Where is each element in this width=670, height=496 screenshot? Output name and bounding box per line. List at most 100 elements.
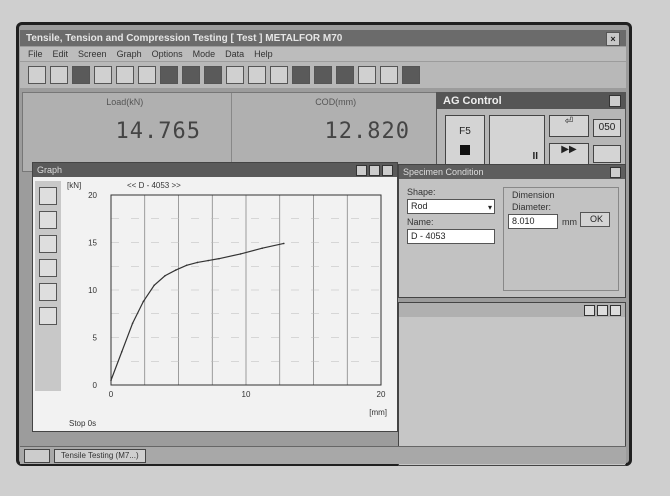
y-axis-unit: [kN]	[67, 181, 82, 190]
print-tool-icon[interactable]	[72, 66, 90, 84]
series-point	[121, 350, 123, 353]
ok-label: OK	[589, 214, 603, 224]
load-cod-chart: 20 15 10 5 0 0 10 20	[88, 191, 386, 399]
tile-tool-icon[interactable]	[380, 66, 398, 84]
close-icon[interactable]	[610, 304, 621, 316]
start-button[interactable]	[24, 448, 50, 463]
stop-icon	[460, 145, 470, 155]
ag-control-title-bar: AG Control	[437, 93, 625, 109]
series-point	[131, 322, 134, 325]
chart-tool-icon[interactable]	[336, 66, 354, 84]
y-tick-label: 0	[93, 381, 98, 390]
diameter-unit: mm	[562, 217, 577, 227]
menu-options[interactable]: Options	[152, 49, 183, 59]
speed-value-button[interactable]: 050	[593, 119, 621, 137]
series-point	[218, 257, 220, 260]
series-point	[185, 264, 188, 267]
graph-side-toolbar	[35, 181, 61, 391]
pause-icon: II	[532, 151, 538, 162]
menu-help[interactable]: Help	[254, 49, 273, 59]
app-title: Tensile, Tension and Compression Testing…	[26, 32, 343, 44]
y-tick-label: 20	[88, 191, 97, 200]
series-point	[239, 253, 242, 255]
clear-icon[interactable]	[39, 307, 57, 325]
graph-tool-icon[interactable]	[116, 66, 134, 84]
x-axis-unit: [mm]	[369, 408, 387, 417]
f5-button[interactable]: F5	[445, 115, 485, 167]
list-tool-icon[interactable]	[314, 66, 332, 84]
diameter-field[interactable]: 8.010	[508, 214, 558, 229]
ok-button[interactable]: OK	[580, 212, 610, 227]
pause-button[interactable]: II	[489, 115, 545, 167]
series-point	[207, 259, 209, 262]
series-point	[153, 284, 155, 287]
specimen-tool-icon[interactable]	[160, 66, 178, 84]
shape-value: Rod	[411, 201, 428, 211]
ag-control-panel: AG Control F5 II ⏎ ▶▶ 050	[436, 92, 626, 174]
hourglass-tool-icon[interactable]	[270, 66, 288, 84]
grid-icon[interactable]	[39, 259, 57, 277]
series-label: << D - 4053 >>	[127, 181, 181, 190]
series-point	[164, 274, 166, 277]
ag-control-title: AG Control	[443, 95, 502, 107]
chevron-down-icon: ▾	[487, 203, 492, 212]
close-icon[interactable]	[610, 166, 621, 178]
zoom-in-icon[interactable]	[39, 187, 57, 205]
window-tool-icon[interactable]	[94, 66, 112, 84]
y-tick-label: 10	[88, 286, 97, 295]
y-tick-label: 15	[88, 239, 97, 248]
menu-file[interactable]: File	[28, 49, 43, 59]
cod-label: COD(mm)	[315, 97, 357, 107]
graph-title: Graph	[37, 165, 63, 175]
menu-data[interactable]: Data	[225, 49, 244, 59]
help-tool-icon[interactable]	[402, 66, 420, 84]
name-value: D - 4053	[411, 231, 446, 241]
series-point	[261, 247, 263, 249]
menu-bar: File Edit Screen Graph Options Mode Data…	[20, 47, 626, 61]
specimen-title-bar: Specimen Condition	[399, 165, 625, 179]
setup-tool-icon[interactable]	[138, 66, 156, 84]
menu-screen[interactable]: Screen	[78, 49, 107, 59]
save-tool-icon[interactable]	[50, 66, 68, 84]
close-icon[interactable]	[609, 95, 621, 107]
taskbar: Tensile Testing (M7...)	[20, 446, 626, 464]
zero-tool-icon[interactable]	[248, 66, 266, 84]
maximize-icon[interactable]	[597, 304, 608, 316]
table-tool-icon[interactable]	[292, 66, 310, 84]
aux-button[interactable]	[593, 145, 621, 163]
maximize-icon[interactable]	[369, 164, 380, 176]
cursor-icon[interactable]	[39, 235, 57, 253]
open-tool-icon[interactable]	[28, 66, 46, 84]
toolbar	[20, 62, 626, 88]
app-title-bar: Tensile, Tension and Compression Testing…	[20, 30, 626, 46]
diameter-value: 8.010	[512, 216, 535, 226]
filter-tool-icon[interactable]	[358, 66, 376, 84]
report-tool-icon[interactable]	[226, 66, 244, 84]
close-icon[interactable]: ×	[606, 32, 620, 46]
readout-panel: Load(kN) 14.765 COD(mm) 12.820	[22, 92, 442, 172]
method-tool-icon[interactable]	[182, 66, 200, 84]
calc-tool-icon[interactable]	[204, 66, 222, 84]
x-tick-label: 20	[377, 390, 386, 399]
menu-graph[interactable]: Graph	[117, 49, 142, 59]
shape-label: Shape:	[407, 187, 436, 197]
menu-mode[interactable]: Mode	[193, 49, 216, 59]
shape-select[interactable]: Rod ▾	[407, 199, 495, 214]
series-point	[175, 269, 177, 271]
return-button[interactable]: ⏎	[549, 115, 589, 137]
taskbar-item[interactable]: Tensile Testing (M7...)	[54, 448, 146, 463]
menu-edit[interactable]: Edit	[53, 49, 69, 59]
dimension-label: Dimension	[512, 190, 555, 200]
cod-readout: COD(mm) 12.820	[232, 93, 441, 171]
name-field[interactable]: D - 4053	[407, 229, 495, 244]
fast-forward-button[interactable]: ▶▶	[549, 143, 589, 165]
load-readout: Load(kN) 14.765	[23, 93, 232, 171]
name-label: Name:	[407, 217, 434, 227]
scale-icon[interactable]	[39, 283, 57, 301]
series-point	[196, 261, 199, 264]
zoom-out-icon[interactable]	[39, 211, 57, 229]
minimize-icon[interactable]	[356, 164, 367, 176]
close-icon[interactable]	[382, 164, 393, 176]
graph-window: Graph [kN] << D - 4053 >> 20 15 10 5 0 0 10 20 …	[32, 162, 398, 432]
minimize-icon[interactable]	[584, 304, 595, 316]
